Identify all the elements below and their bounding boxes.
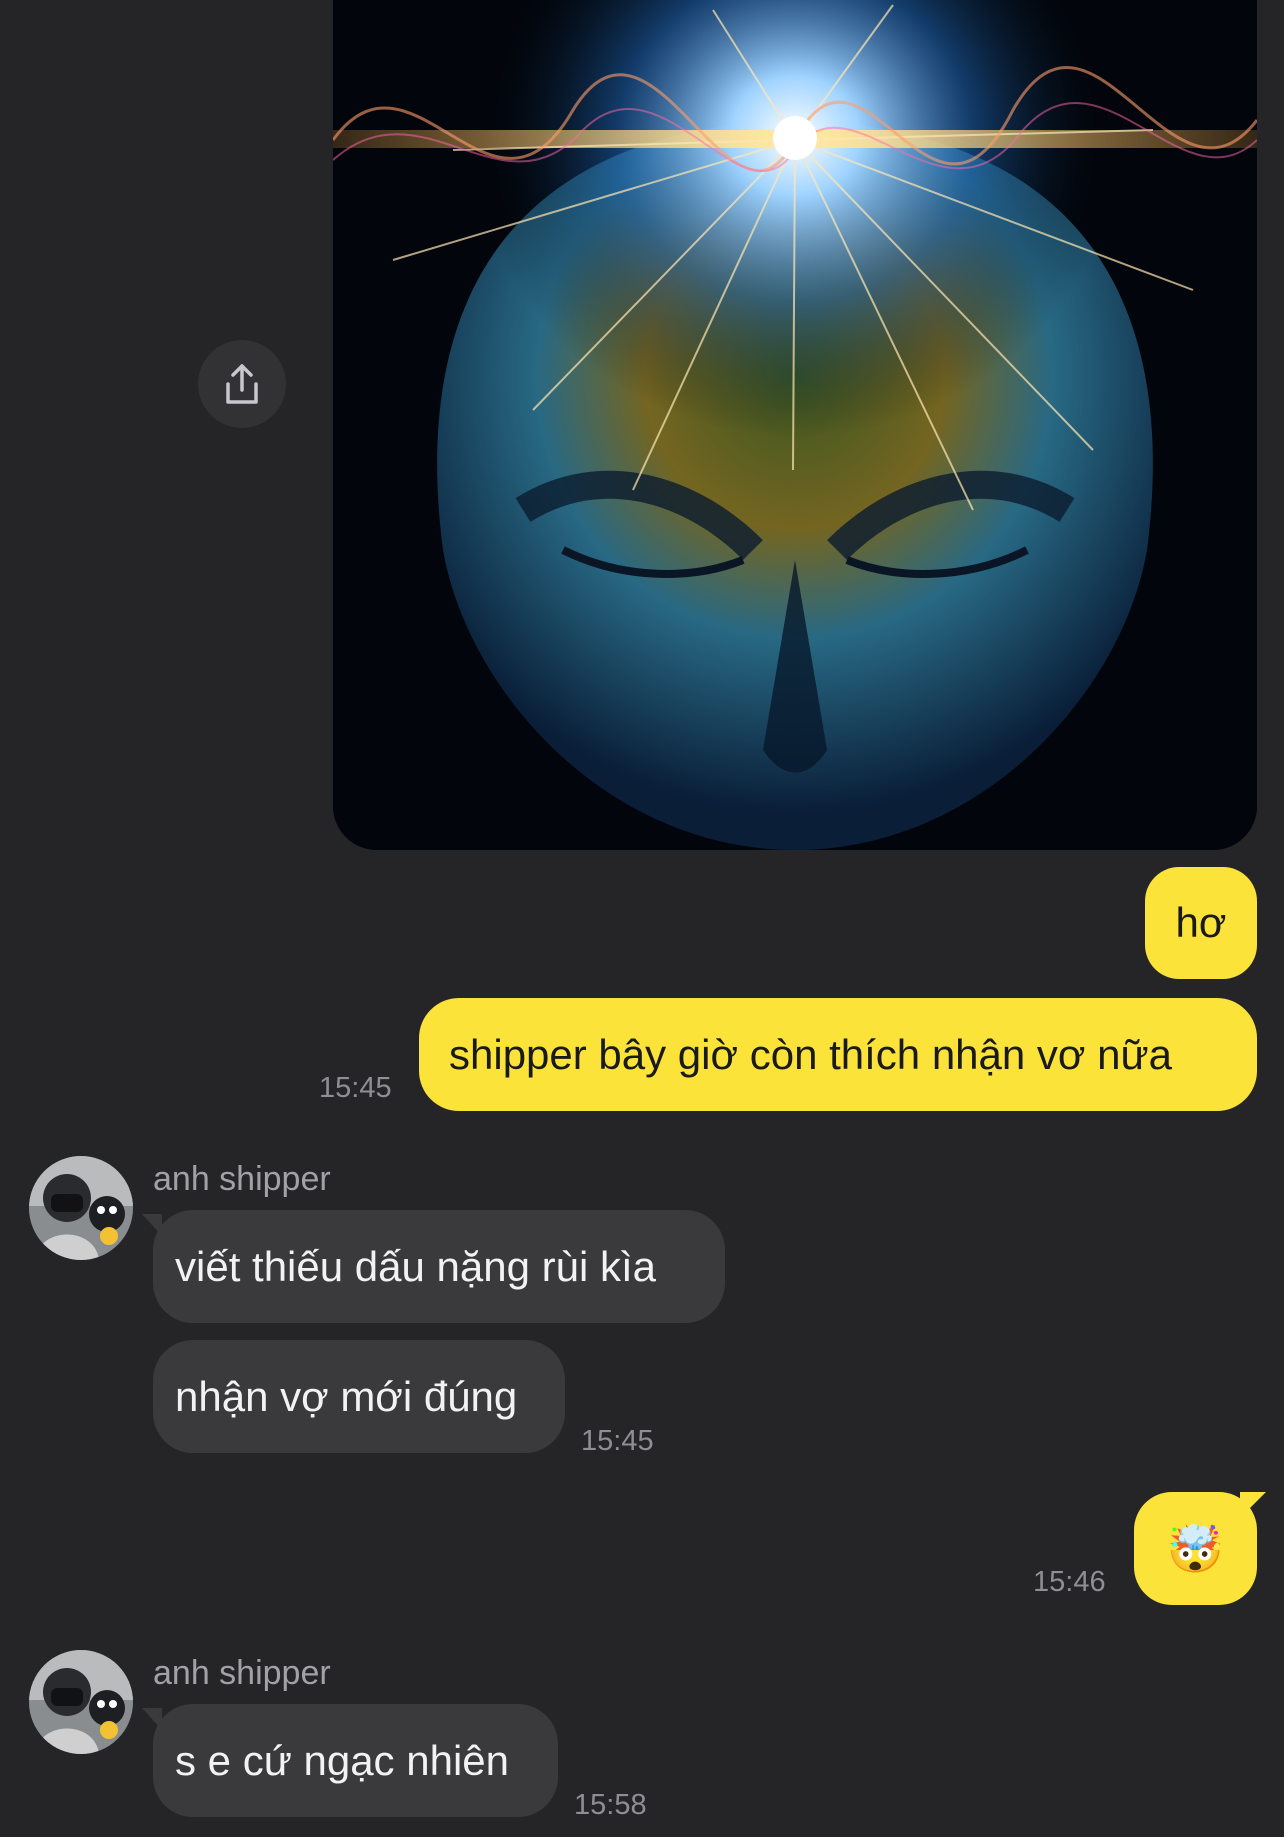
message-text: hơ bbox=[1175, 899, 1227, 946]
incoming-message[interactable]: nhận vợ mới đúng bbox=[153, 1340, 565, 1453]
share-icon bbox=[226, 364, 258, 404]
sender-name: anh shipper bbox=[153, 1160, 331, 1198]
message-time: 15:45 bbox=[319, 1072, 392, 1104]
message-text: shipper bây giờ còn thích nhận vơ nữa bbox=[449, 1030, 1172, 1078]
avatar[interactable] bbox=[29, 1650, 133, 1754]
message-time: 15:46 bbox=[1033, 1566, 1106, 1598]
sender-name: anh shipper bbox=[153, 1654, 331, 1692]
mind-energy-image bbox=[333, 0, 1257, 850]
share-button[interactable] bbox=[198, 340, 286, 428]
outgoing-message[interactable]: 🤯 bbox=[1134, 1492, 1257, 1605]
message-time: 15:58 bbox=[574, 1789, 647, 1821]
message-text: nhận vợ mới đúng bbox=[175, 1372, 518, 1420]
incoming-message[interactable]: viết thiếu dấu nặng rùi kìa bbox=[153, 1210, 725, 1323]
message-text: s e cứ ngạc nhiên bbox=[175, 1736, 509, 1784]
message-text: viết thiếu dấu nặng rùi kìa bbox=[175, 1242, 656, 1290]
outgoing-message[interactable]: hơ bbox=[1145, 867, 1257, 979]
incoming-message[interactable]: s e cứ ngạc nhiên bbox=[153, 1704, 558, 1817]
exploding-head-emoji: 🤯 bbox=[1166, 1522, 1225, 1575]
shared-image[interactable] bbox=[333, 0, 1257, 850]
bubble-tail bbox=[1240, 1492, 1266, 1518]
outgoing-message[interactable]: shipper bây giờ còn thích nhận vơ nữa bbox=[419, 998, 1257, 1111]
message-time: 15:45 bbox=[581, 1425, 654, 1457]
avatar[interactable] bbox=[29, 1156, 133, 1260]
